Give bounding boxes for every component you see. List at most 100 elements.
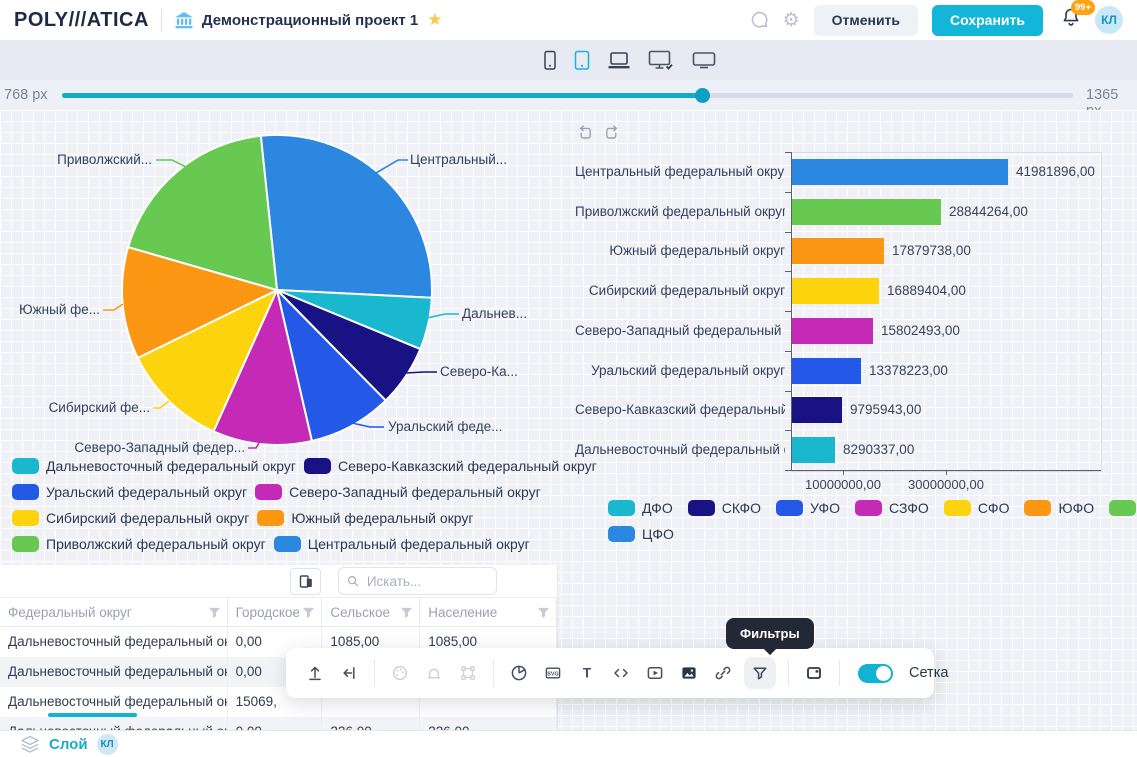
table-toolbar [0, 565, 557, 597]
device-tv-icon[interactable] [692, 51, 716, 69]
device-phone-icon[interactable] [543, 50, 557, 71]
legend-item[interactable]: Центральный федеральный округ [274, 536, 530, 552]
device-preview-bar [0, 40, 1137, 80]
favorite-star-icon[interactable]: ★ [427, 10, 442, 30]
bar-category-label: Сибирский федеральный округ [575, 278, 785, 304]
filter-icon[interactable] [744, 657, 776, 689]
collapse-left-icon[interactable] [336, 660, 362, 686]
pie-callout-label: Северо-Ка... [440, 364, 518, 379]
device-tablet-icon[interactable] [574, 50, 590, 71]
app-window: POLY///ATICA Демонстрационный проект 1 ★… [0, 0, 1137, 757]
legend-item[interactable]: Северо-Западный федеральный округ [255, 484, 541, 500]
resolution-slider-handle[interactable] [695, 88, 710, 103]
bar-1[interactable] [792, 199, 941, 225]
legend-item[interactable]: Южный федеральный округ [257, 510, 473, 526]
legend-item[interactable]: ЦФО [608, 526, 674, 542]
table-header-row: Федеральный округГородскоеСельскоеНаселе… [0, 597, 557, 627]
legend-item[interactable]: Приволжский федеральный округ [12, 536, 266, 552]
rotate-cw-icon[interactable] [603, 124, 620, 146]
bar-5[interactable] [792, 358, 861, 384]
column-header-2[interactable]: Сельское [322, 598, 420, 626]
legend-label: УФО [810, 500, 840, 516]
shape-icon[interactable] [421, 660, 447, 686]
grid-toggle[interactable] [858, 664, 893, 683]
legend-item[interactable]: Северо-Кавказский федеральный округ [304, 458, 597, 474]
legend-item[interactable]: СКФО [688, 500, 761, 516]
legend-label: Сибирский федеральный округ [46, 510, 249, 526]
filter-funnel-icon[interactable] [302, 606, 315, 619]
bar-7[interactable] [792, 437, 835, 463]
video-icon[interactable] [642, 660, 668, 686]
resolution-slider-track[interactable] [62, 93, 1073, 98]
link-icon[interactable] [710, 660, 736, 686]
legend-row: Уральский федеральный округ Северо-Западн… [12, 484, 560, 500]
bar-category-label: Приволжский федеральный округ [575, 199, 785, 225]
y-axis-tick [785, 192, 791, 193]
comments-icon[interactable] [749, 10, 769, 30]
notification-badge: 99+ [1071, 0, 1095, 15]
notifications-bell-icon[interactable]: 99+ [1061, 7, 1081, 33]
bar-3[interactable] [792, 278, 879, 304]
pie-callout-label: Южный фе... [19, 302, 100, 317]
y-axis-tick [785, 351, 791, 352]
text-icon[interactable]: T [574, 660, 600, 686]
legend-item[interactable]: СФО [944, 500, 1010, 516]
upload-icon[interactable] [302, 660, 328, 686]
legend-label: Северо-Кавказский федеральный округ [338, 458, 597, 474]
pie-chart: Центральный...Дальнев...Северо-Ка...Урал… [10, 123, 558, 475]
window-icon[interactable] [801, 660, 827, 686]
column-header-1[interactable]: Городское [228, 598, 323, 626]
device-desktop-check-icon[interactable] [648, 50, 675, 71]
image-icon[interactable] [676, 660, 702, 686]
column-header-3[interactable]: Население [420, 598, 557, 626]
grid-toggle-knob [876, 666, 891, 681]
bar-category-label: Южный федеральный округ [575, 238, 785, 264]
transform-icon[interactable] [455, 660, 481, 686]
legend-label: СЗФО [889, 500, 929, 516]
legend-label: Уральский федеральный округ [46, 484, 247, 500]
layer-item[interactable]: Слой КЛ [20, 734, 118, 755]
bar-0[interactable] [792, 159, 1008, 185]
rotate-ccw-icon[interactable] [577, 124, 594, 146]
column-header-0[interactable]: Федеральный округ [0, 598, 228, 626]
project-title[interactable]: Демонстрационный проект 1 [202, 12, 418, 29]
legend-item[interactable]: ДФО [608, 500, 673, 516]
filter-funnel-icon[interactable] [537, 606, 550, 619]
svg-icon[interactable]: SVG [540, 660, 566, 686]
device-laptop-icon[interactable] [607, 51, 631, 70]
columns-settings-button[interactable] [290, 568, 321, 595]
legend-item[interactable]: Уральский федеральный округ [12, 484, 247, 500]
header-actions: ⚙ Отменить Сохранить 99+ КЛ [749, 5, 1123, 36]
user-avatar[interactable]: КЛ [1095, 6, 1123, 34]
y-axis-tick [785, 391, 791, 392]
table-row[interactable]: Дальневосточный федеральный округ0,00226… [0, 717, 557, 730]
legend-item[interactable]: СЗФО [855, 500, 929, 516]
legend-item[interactable]: ПФО [1109, 500, 1137, 516]
legend-row: ДФО СКФО УФО СЗФО СФО ЮФО ПФО [608, 500, 1137, 516]
pie-callout-line [153, 401, 169, 408]
bar-6[interactable] [792, 397, 842, 423]
bar-2[interactable] [792, 238, 884, 264]
bar-4[interactable] [792, 318, 873, 344]
legend-label: СКФО [722, 500, 761, 516]
cancel-button[interactable]: Отменить [814, 5, 918, 36]
legend-item[interactable]: Сибирский федеральный округ [12, 510, 249, 526]
grid-toggle-label: Сетка [909, 665, 948, 681]
pie-chart-icon[interactable] [506, 660, 532, 686]
code-icon[interactable] [608, 660, 634, 686]
table-search-input[interactable] [365, 573, 488, 590]
filter-funnel-icon[interactable] [208, 606, 221, 619]
legend-item[interactable]: ЮФО [1024, 500, 1094, 516]
legend-item[interactable]: Дальневосточный федеральный округ [12, 458, 296, 474]
svg-text:T: T [583, 666, 592, 681]
legend-label: Центральный федеральный округ [308, 536, 530, 552]
x-tick-label: 10000000,00 [798, 477, 888, 492]
save-button[interactable]: Сохранить [932, 5, 1043, 36]
legend-swatch [1109, 500, 1136, 516]
palette-icon[interactable] [387, 660, 413, 686]
legend-swatch [12, 536, 39, 552]
horizontal-scrollbar-thumb[interactable] [48, 713, 137, 717]
settings-gear-icon[interactable]: ⚙ [783, 11, 800, 30]
legend-item[interactable]: УФО [776, 500, 840, 516]
filter-funnel-icon[interactable] [400, 606, 413, 619]
